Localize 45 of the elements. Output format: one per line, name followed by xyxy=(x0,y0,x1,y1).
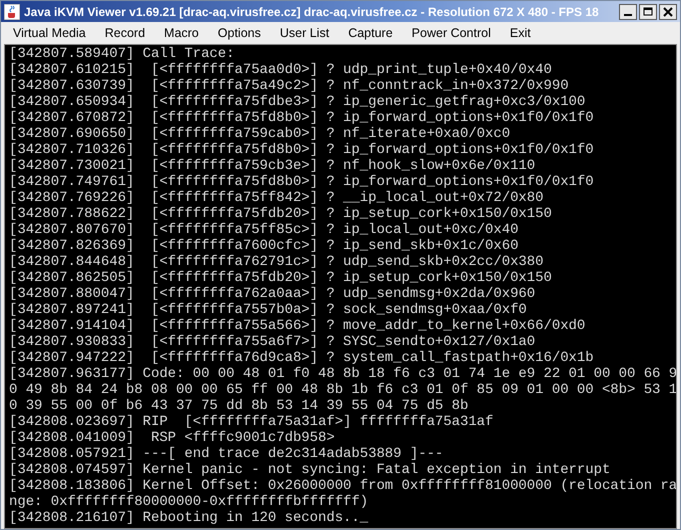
console-line: [342807.844648] [<ffffffffa762791c>] ? udp_send_skb+0x2cc/0x380 xyxy=(9,254,544,270)
console-line: [342807.630739] [<ffffffffa75a49c2>] ? nf_conntrack_in+0x372/0x990 xyxy=(9,78,570,94)
console-line: [342807.769226] [<ffffffffa75ff842>] ? __ip_local_out+0x72/0x80 xyxy=(9,190,544,206)
console-line: [342807.589407] Call Trace: xyxy=(9,46,236,62)
console-line: [342807.930833] [<ffffffffa755a6f7>] ? SYSC_sendto+0x127/0x1a0 xyxy=(9,334,536,350)
close-icon xyxy=(663,6,673,16)
console-line: [342807.650934] [<ffffffffa75fdbe3>] ? ip_generic_getfrag+0xc3/0x100 xyxy=(9,94,586,110)
console-line: [342807.963177] Code: 00 00 48 01 f0 48 8b 18 f6 c3 01 74 1e e9 22 01 00 00 66 9 xyxy=(9,366,676,382)
console-line: 0 49 8b 84 24 b8 08 00 00 65 ff 00 48 8b 1b f6 c3 01 0f 85 09 01 00 00 <8b> 53 1 xyxy=(9,382,676,398)
minimize-button[interactable] xyxy=(619,4,637,20)
console-line: [342808.041009] RSP <ffffc9001c7db958> xyxy=(9,430,336,446)
console-line: [342807.788622] [<ffffffffa75fdb20>] ? ip_setup_cork+0x150/0x150 xyxy=(9,206,553,222)
console-line: 0 39 55 00 0f b6 43 37 75 dd 8b 53 14 39 55 04 75 d5 8b xyxy=(9,398,470,414)
console-line: [342807.749761] [<ffffffffa75fd8b0>] ? ip_forward_options+0x1f0/0x1f0 xyxy=(9,174,595,190)
cup-icon xyxy=(4,4,20,20)
menu-item[interactable]: Capture xyxy=(348,26,402,40)
console-line: [342807.807670] [<ffffffffa75ff85c>] ? ip_local_out+0xc/0x40 xyxy=(9,222,520,238)
menu-item[interactable]: Macro xyxy=(164,26,208,40)
console-line: [342807.862505] [<ffffffffa75fdb20>] ? ip_setup_cork+0x150/0x150 xyxy=(9,270,553,286)
menu-item[interactable]: Record xyxy=(104,26,154,40)
console-line: [342807.690650] [<ffffffffa759cab0>] ? nf_iterate+0xa0/0xc0 xyxy=(9,126,512,142)
console-line: [342808.023697] RIP [<ffffffffa75a31af>] ffffffffa75a31af xyxy=(9,414,494,430)
console-line: nge: 0xffffffff80000000-0xffffffffbfffffff) xyxy=(9,494,370,510)
console-line: [342807.730021] [<ffffffffa759cb3e>] ? nf_hook_slow+0x6e/0x110 xyxy=(9,158,536,174)
menu-item[interactable]: Options xyxy=(218,26,270,40)
close-button[interactable] xyxy=(659,4,677,20)
console-line: [342808.216107] Rebooting in 120 seconds.._ xyxy=(9,510,370,526)
menu-item[interactable]: User List xyxy=(280,26,338,40)
console-line: [342808.057921] ---[ end trace de2c314adab53889 ]--- xyxy=(9,446,444,462)
menu-item[interactable]: Virtual Media xyxy=(13,26,95,40)
console-line: [342807.880047] [<ffffffffa762a0aa>] ? udp_sendmsg+0x2da/0x960 xyxy=(9,286,536,302)
console-line: [342807.897241] [<ffffffffa7557b0a>] ? sock_sendmsg+0xaa/0xf0 xyxy=(9,302,528,318)
console-line: [342808.074597] Kernel panic - not syncing: Fatal exception in interrupt xyxy=(9,462,612,478)
console-line: [342807.914104] [<ffffffffa755a566>] ? move_addr_to_kernel+0x66/0xd0 xyxy=(9,318,586,334)
console-line: [342807.610215] [<ffffffffa75aa0d0>] ? udp_print_tuple+0x40/0x40 xyxy=(9,62,553,78)
console-line: [342807.670872] [<ffffffffa75fd8b0>] ? ip_forward_options+0x1f0/0x1f0 xyxy=(9,110,595,126)
maximize-button[interactable] xyxy=(639,4,657,20)
menu-item[interactable]: Exit xyxy=(510,26,540,40)
window-title: Java iKVM Viewer v1.69.21 [drac-aq.virusfree.cz] drac-aq.virusfree.cz - Resolution 672 X 480 - FPS 18 xyxy=(24,4,600,18)
console-line: [342807.947222] [<ffffffffa76d9ca8>] ? system_call_fastpath+0x16/0x1b xyxy=(9,350,595,366)
menu-item[interactable]: Power Control xyxy=(412,26,500,40)
maximize-icon xyxy=(643,6,653,16)
console-line: [342807.826369] [<ffffffffa7600cfc>] ? ip_send_skb+0x1c/0x60 xyxy=(9,238,520,254)
console-line: [342807.710326] [<ffffffffa75fd8b0>] ? ip_forward_options+0x1f0/0x1f0 xyxy=(9,142,595,158)
minimize-icon xyxy=(624,14,632,16)
